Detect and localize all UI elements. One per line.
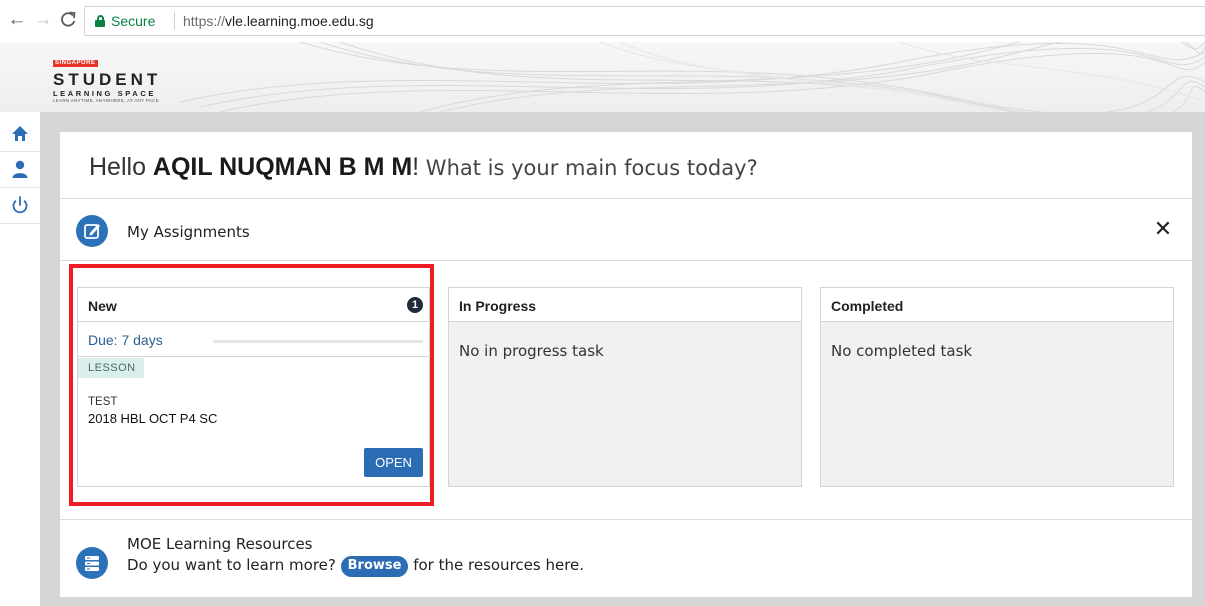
- column-new: New 1 Due: 7 days LESSON TEST 2018 HBL O…: [77, 287, 430, 487]
- column-in-progress: In Progress No in progress task: [448, 287, 802, 487]
- due-row: Due: 7 days: [78, 322, 429, 357]
- task-type: TEST: [88, 396, 118, 408]
- forward-arrow-icon[interactable]: →: [33, 10, 53, 30]
- power-icon: [12, 196, 28, 214]
- resources-prompt: Do you want to learn more? Browse for th…: [127, 556, 584, 577]
- address-bar[interactable]: Secure https://vle.learning.moe.edu.sg: [84, 6, 1205, 36]
- column-completed: Completed No completed task: [820, 287, 1174, 487]
- task-title[interactable]: 2018 HBL OCT P4 SC: [88, 411, 217, 426]
- reload-icon[interactable]: [58, 10, 78, 30]
- new-count-badge: 1: [407, 297, 423, 313]
- completed-empty-text: No completed task: [831, 342, 973, 360]
- resources-icon: [76, 547, 108, 579]
- logo-tag: SINGAPORE: [53, 60, 98, 67]
- back-arrow-icon[interactable]: ←: [7, 10, 27, 30]
- url-host: vle.learning.moe.edu.sg: [225, 13, 374, 29]
- greeting-heading: Hello AQIL NUQMAN B M M! What is your ma…: [89, 153, 758, 182]
- logo-sub-text: LEARNING SPACE: [53, 89, 156, 98]
- header-wave-pattern: [179, 42, 1205, 112]
- student-learning-space-logo[interactable]: SINGAPORE STUDENT LEARNING SPACE LEARN A…: [53, 51, 161, 104]
- address-divider: [174, 12, 175, 30]
- user-icon: [12, 160, 28, 178]
- divider: [60, 519, 1192, 520]
- column-new-header: New 1: [78, 288, 429, 322]
- url-text[interactable]: https://vle.learning.moe.edu.sg: [183, 13, 374, 29]
- browser-toolbar: ← → Secure https://vle.learning.moe.edu.…: [0, 0, 1205, 42]
- close-assignments-button[interactable]: ✕: [1153, 217, 1173, 241]
- nav-profile[interactable]: [0, 152, 40, 188]
- content-frame: Hello AQIL NUQMAN B M M! What is your ma…: [40, 112, 1205, 606]
- lock-icon: [95, 15, 105, 27]
- logo-main-text: STUDENT: [53, 70, 162, 89]
- due-label: Due: 7 days: [88, 332, 163, 348]
- home-icon: [12, 126, 28, 141]
- due-progress-bar: [213, 340, 423, 343]
- browse-button[interactable]: Browse: [340, 556, 409, 577]
- url-scheme: https://: [183, 13, 226, 29]
- side-nav-rail: [0, 112, 40, 606]
- column-in-progress-header: In Progress: [449, 288, 801, 322]
- assignments-header: My Assignments ✕: [60, 199, 1192, 260]
- resources-text-before: Do you want to learn more?: [127, 556, 341, 574]
- column-new-title: New: [88, 298, 117, 314]
- column-completed-header: Completed: [821, 288, 1173, 322]
- dashboard-panel: Hello AQIL NUQMAN B M M! What is your ma…: [60, 132, 1192, 597]
- nav-home[interactable]: [0, 116, 40, 152]
- greeting-prefix: Hello: [89, 153, 153, 181]
- logo-tagline: LEARN ANYTIME, ANYWHERE, AT ANY PACE: [53, 98, 159, 103]
- student-name: AQIL NUQMAN B M M: [152, 153, 413, 181]
- secure-label: Secure: [111, 13, 156, 29]
- resources-text-after: for the resources here.: [408, 556, 585, 574]
- assignments-title: My Assignments: [127, 223, 250, 241]
- lesson-tag: LESSON: [78, 358, 144, 378]
- resources-title: MOE Learning Resources: [127, 535, 313, 553]
- in-progress-empty-text: No in progress task: [459, 342, 604, 360]
- site-header: SINGAPORE STUDENT LEARNING SPACE LEARN A…: [0, 42, 1205, 112]
- open-button[interactable]: OPEN: [364, 448, 423, 477]
- divider: [60, 260, 1192, 261]
- nav-logout[interactable]: [0, 188, 40, 224]
- edit-assignment-icon: [76, 215, 108, 247]
- greeting-question: What is your main focus today?: [419, 156, 758, 180]
